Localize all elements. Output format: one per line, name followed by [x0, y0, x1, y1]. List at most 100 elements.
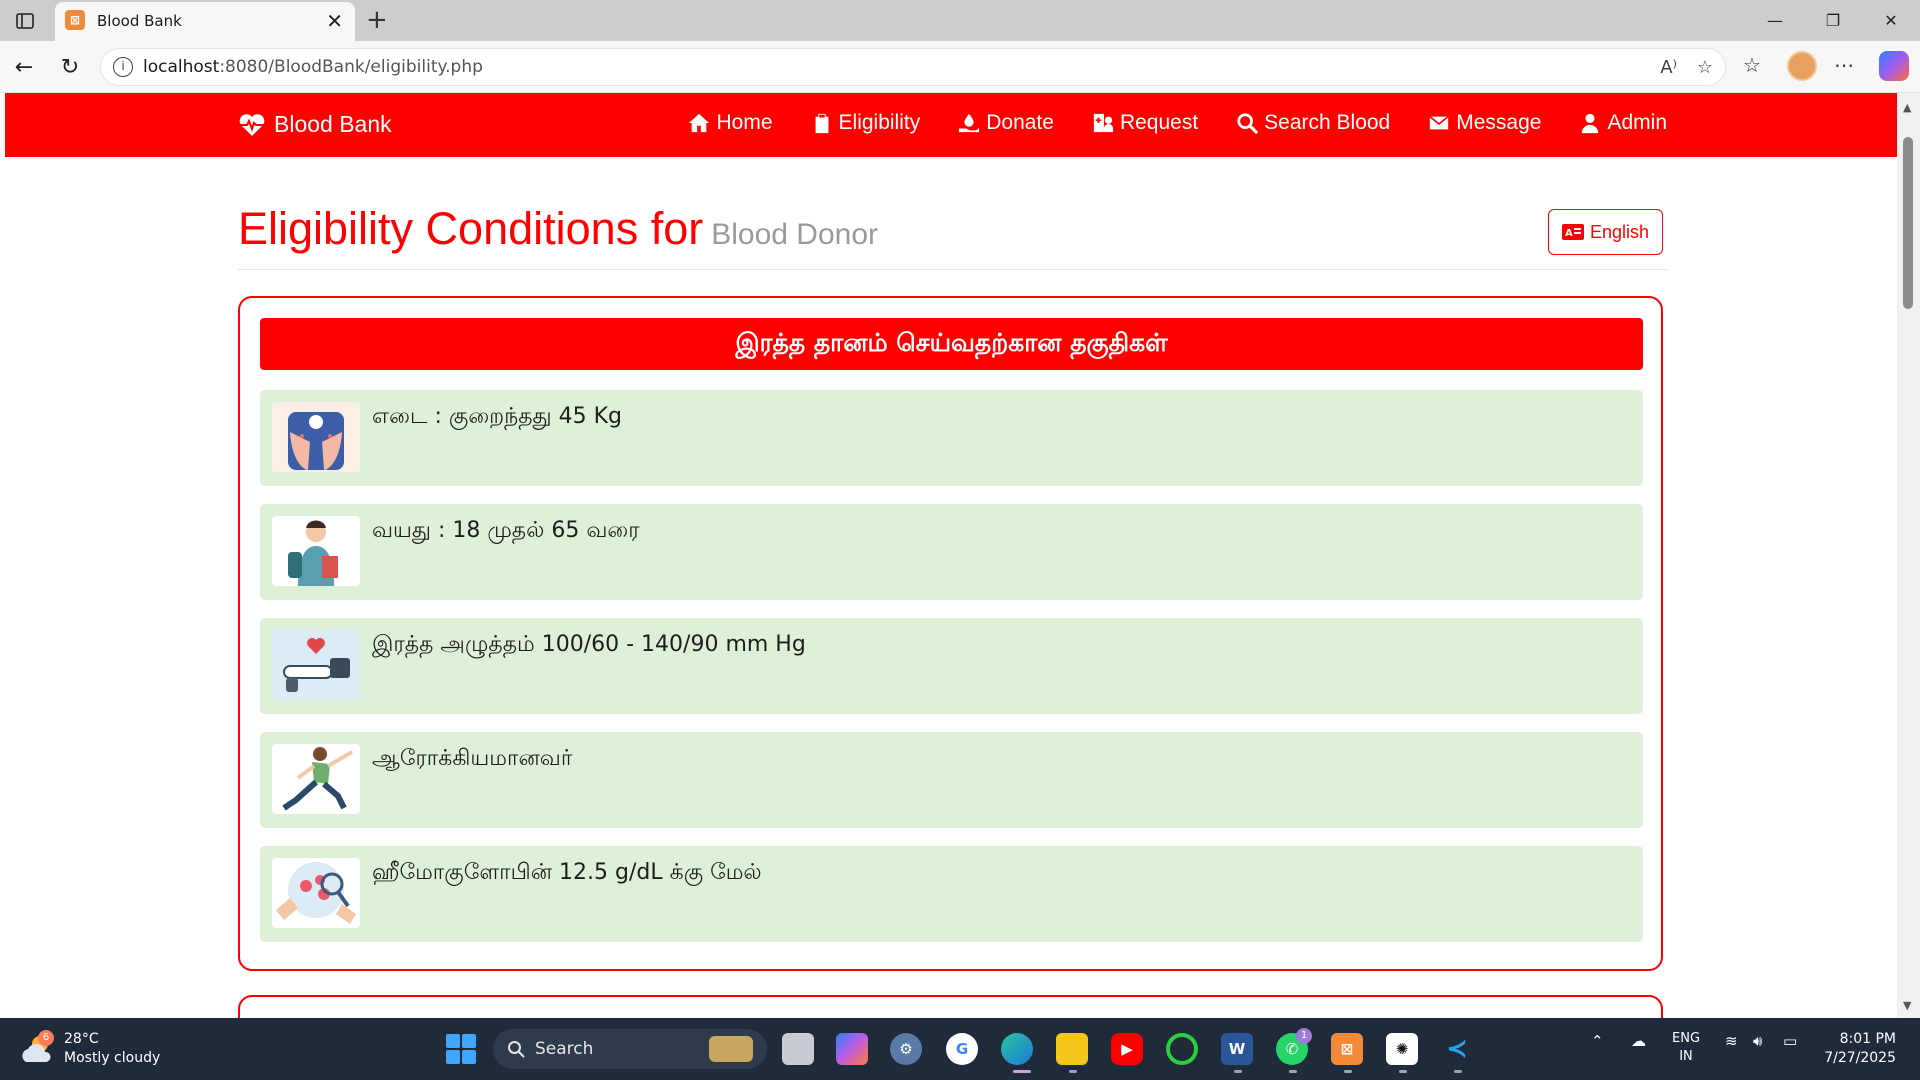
profile-avatar[interactable]: [1787, 51, 1817, 81]
nav-message-label: Message: [1456, 111, 1542, 134]
brand-link[interactable]: Blood Bank: [238, 111, 392, 138]
nav-admin[interactable]: Admin: [1579, 111, 1667, 135]
search-icon: [1237, 113, 1258, 134]
app-running-indicator: [1454, 1070, 1462, 1073]
show-hidden-icons-icon[interactable]: ⌃: [1591, 1032, 1604, 1050]
volume-icon[interactable]: 🔊︎: [1753, 1032, 1762, 1050]
input-language-region: IN: [1679, 1049, 1693, 1064]
minimize-icon[interactable]: —: [1746, 0, 1804, 41]
svg-text:A: A: [1565, 228, 1573, 239]
close-window-icon[interactable]: ✕: [1862, 0, 1920, 41]
scroll-thumb[interactable]: [1903, 137, 1913, 309]
browser-tab-bar: ⊠ Blood Bank ✕ + — ❐ ✕: [0, 0, 1920, 41]
nav-links: Home Eligibility Donate Request Search B…: [688, 111, 1667, 135]
app-running-indicator: [1399, 1070, 1407, 1073]
favorite-star-icon[interactable]: ☆: [1697, 57, 1713, 78]
more-menu-icon[interactable]: ⋯: [1834, 53, 1854, 77]
temperature: 28°C: [64, 1031, 99, 1047]
title-divider: [238, 269, 1668, 270]
restore-icon[interactable]: ❐: [1804, 0, 1862, 41]
edge-browser-icon[interactable]: [1001, 1033, 1033, 1065]
eligibility-item-age: வயது : 18 முதல் 65 வரை: [260, 504, 1643, 600]
tab-close-icon[interactable]: ✕: [326, 9, 343, 33]
hand-holding-drop-icon: [959, 113, 980, 133]
url-host: localhost: [143, 57, 220, 77]
language-toggle-label: English: [1589, 221, 1650, 242]
envelope-icon: [1429, 115, 1449, 130]
nav-home[interactable]: Home: [688, 111, 773, 135]
screen: ⊠ Blood Bank ✕ + — ❐ ✕ ← ↻ i localhost:8…: [0, 0, 1920, 1080]
onedrive-cloud-icon[interactable]: ☁: [1631, 1032, 1646, 1050]
blood-pressure-icon: [272, 630, 360, 700]
hospital-user-icon: [1093, 113, 1114, 133]
whatsapp-badge: 1: [1296, 1028, 1312, 1044]
weather-text: 28°C Mostly cloudy: [64, 1030, 160, 1068]
eligibility-item-healthy: ஆரோக்கியமானவர்: [260, 732, 1643, 828]
youtube-icon[interactable]: ▶: [1111, 1033, 1143, 1065]
word-icon[interactable]: W: [1221, 1033, 1253, 1065]
refresh-icon[interactable]: ↻: [56, 53, 84, 81]
xampp-icon[interactable]: ⊠: [1331, 1033, 1363, 1065]
page-title-sub: Blood Donor: [711, 218, 878, 251]
chatgpt-icon[interactable]: ✺: [1386, 1033, 1418, 1065]
nav-message[interactable]: Message: [1428, 111, 1541, 135]
nav-request-label: Request: [1119, 111, 1199, 134]
nav-eligibility-label: Eligibility: [838, 111, 921, 134]
eligibility-item-blood-pressure: இரத்த அழுத்தம் 100/60 - 140/90 mm Hg: [260, 618, 1643, 714]
language-icon: A: [1561, 224, 1584, 240]
google-chrome-icon[interactable]: G: [946, 1033, 978, 1065]
edge-active-indicator: [1013, 1070, 1031, 1073]
search-highlight-icon: [709, 1036, 753, 1062]
new-tab-icon[interactable]: +: [366, 5, 388, 35]
nav-donate-label: Donate: [986, 111, 1054, 134]
tab-actions-icon[interactable]: [12, 10, 38, 32]
task-view-icon[interactable]: [782, 1033, 814, 1065]
address-bar[interactable]: i localhost:8080/BloodBank/eligibility.p…: [100, 48, 1726, 86]
eligibility-item-hemoglobin-text: ஹீமோகுளோபின் 12.5 g/dL க்கு மேல்: [372, 860, 762, 885]
eligibility-item-age-text: வயது : 18 முதல் 65 வரை: [372, 518, 640, 543]
windows-taskbar: 6 28°C Mostly cloudy Search ⚙ G ▶ W ✆ 1 …: [0, 1018, 1920, 1080]
nav-eligibility[interactable]: Eligibility: [811, 111, 921, 135]
nav-search-blood[interactable]: Search Blood: [1236, 111, 1390, 135]
page-scrollbar[interactable]: ▲ ▼: [1897, 93, 1920, 1018]
clock-date: 7/27/2025: [1824, 1050, 1896, 1066]
taskbar-search-label: Search: [535, 1039, 594, 1059]
user-icon: [1582, 113, 1599, 134]
site-info-icon[interactable]: i: [113, 57, 133, 77]
start-button[interactable]: [446, 1034, 476, 1064]
battery-icon[interactable]: ▭: [1783, 1032, 1797, 1050]
clock-time: 8:01 PM: [1839, 1031, 1896, 1047]
page-viewport: Blood Bank Home Eligibility Donate Reque…: [0, 93, 1920, 1018]
nav-donate[interactable]: Donate: [958, 111, 1054, 135]
url-path: :8080/BloodBank/eligibility.php: [219, 57, 483, 77]
language-toggle-button[interactable]: A English: [1548, 209, 1663, 255]
page-title: Eligibility Conditions for Blood Donor: [238, 203, 878, 255]
taskbar-search[interactable]: Search: [493, 1029, 767, 1069]
eligibility-card-header: இரத்த தானம் செய்வதற்கான தகுதிகள்: [260, 318, 1643, 370]
search-icon: [508, 1041, 525, 1058]
system-clock[interactable]: 8:01 PM 7/27/2025: [1824, 1030, 1896, 1068]
tab-title: Blood Bank: [97, 12, 182, 30]
scroll-up-icon[interactable]: ▲: [1903, 101, 1911, 114]
scroll-down-icon[interactable]: ▼: [1903, 999, 1911, 1012]
input-language[interactable]: ENG IN: [1672, 1030, 1700, 1066]
eligibility-item-weight: எடை : குறைந்தது 45 Kg: [260, 390, 1643, 486]
settings-icon[interactable]: ⚙: [890, 1033, 922, 1065]
copilot-icon[interactable]: [1879, 51, 1909, 81]
favorites-icon[interactable]: ☆: [1743, 53, 1761, 77]
weather-badge: 6: [38, 1030, 54, 1046]
eligibility-card: இரத்த தானம் செய்வதற்கான தகுதிகள் எடை : க…: [238, 296, 1663, 971]
browser-tab-active[interactable]: ⊠ Blood Bank ✕: [55, 2, 355, 41]
copilot-app-icon[interactable]: [836, 1033, 868, 1065]
read-aloud-icon[interactable]: A⁾: [1660, 57, 1677, 78]
browser-toolbar: ← ↻ i localhost:8080/BloodBank/eligibili…: [0, 41, 1920, 93]
circle-app-icon[interactable]: [1166, 1033, 1198, 1065]
vscode-icon[interactable]: ≺: [1441, 1033, 1473, 1065]
wifi-icon[interactable]: ≋: [1725, 1032, 1738, 1050]
weather-widget[interactable]: 6 28°C Mostly cloudy: [20, 1030, 160, 1068]
nav-request[interactable]: Request: [1092, 111, 1198, 135]
file-explorer-icon[interactable]: [1056, 1033, 1088, 1065]
url-text: localhost:8080/BloodBank/eligibility.php: [143, 57, 483, 77]
eligibility-item-blood-pressure-text: இரத்த அழுத்தம் 100/60 - 140/90 mm Hg: [372, 632, 806, 657]
back-icon[interactable]: ←: [10, 53, 38, 81]
